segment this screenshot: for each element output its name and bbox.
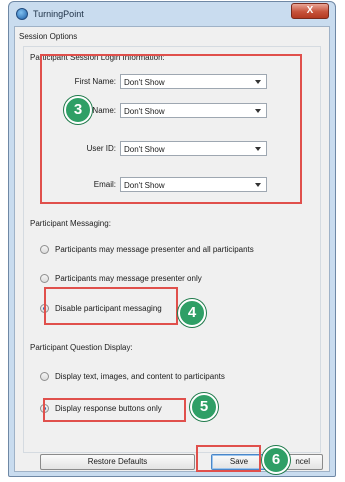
session-options-label: Session Options xyxy=(19,32,78,41)
callout-badge-3: 3 xyxy=(64,96,92,124)
messaging-heading: Participant Messaging: xyxy=(30,219,111,228)
email-label: Email: xyxy=(93,180,116,189)
display-option-content-label: Display text, images, and content to par… xyxy=(55,372,225,381)
radio-button[interactable] xyxy=(40,274,49,283)
callout-badge-6: 6 xyxy=(262,446,290,474)
restore-defaults-button[interactable]: Restore Defaults xyxy=(40,454,195,470)
chevron-down-icon xyxy=(255,147,261,151)
turningpoint-app-icon xyxy=(16,8,28,20)
callout-badge-4: 4 xyxy=(178,299,206,327)
first-name-select[interactable]: Don't Show xyxy=(120,74,267,89)
radio-button-selected[interactable] xyxy=(40,304,49,313)
messaging-option-presenter-label: Participants may message presenter only xyxy=(55,274,202,283)
last-name-select[interactable]: Don't Show xyxy=(120,103,267,118)
callout-badge-5: 5 xyxy=(190,393,218,421)
email-value: Don't Show xyxy=(124,181,165,190)
messaging-option-disable-label: Disable participant messaging xyxy=(55,304,162,313)
radio-button[interactable] xyxy=(40,372,49,381)
display-option-buttons-label: Display response buttons only xyxy=(55,404,162,413)
chevron-down-icon xyxy=(255,109,261,113)
login-info-heading: Participant Session Login Information: xyxy=(30,53,165,62)
user-id-select[interactable]: Don't Show xyxy=(120,141,267,156)
messaging-option-all-label: Participants may message presenter and a… xyxy=(55,245,254,254)
chevron-down-icon xyxy=(255,80,261,84)
first-name-label: First Name: xyxy=(74,77,116,86)
user-id-value: Don't Show xyxy=(124,145,165,154)
chevron-down-icon xyxy=(255,183,261,187)
last-name-value: Don't Show xyxy=(124,107,165,116)
radio-button-selected[interactable] xyxy=(40,404,49,413)
window-title: TurningPoint xyxy=(33,9,84,19)
radio-button[interactable] xyxy=(40,245,49,254)
dialog-body: Session Options Participant Session Logi… xyxy=(14,26,330,472)
first-name-value: Don't Show xyxy=(124,78,165,87)
question-display-heading: Participant Question Display: xyxy=(30,343,133,352)
user-id-label: User ID: xyxy=(86,144,116,153)
title-bar[interactable]: TurningPoint X xyxy=(9,2,335,26)
email-select[interactable]: Don't Show xyxy=(120,177,267,192)
turningpoint-window: TurningPoint X Session Options Participa… xyxy=(8,1,336,477)
save-button[interactable]: Save xyxy=(211,454,267,470)
close-button[interactable]: X xyxy=(291,3,329,19)
